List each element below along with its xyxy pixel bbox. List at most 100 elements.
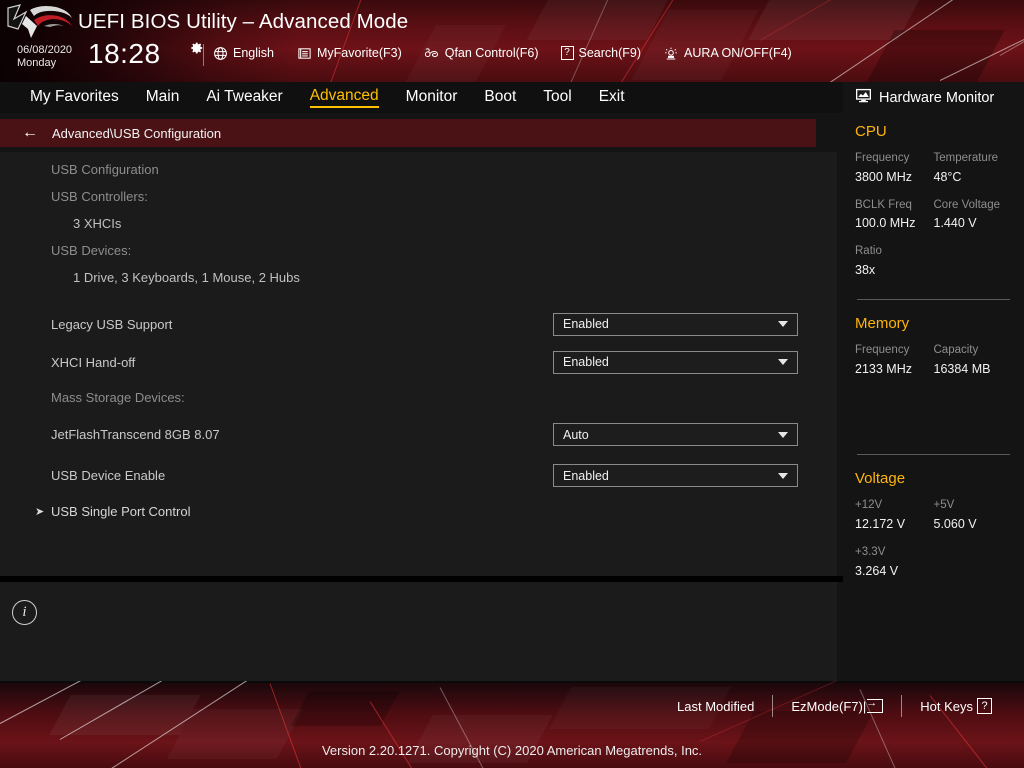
hw-value: 5.060 V [933, 517, 977, 532]
chevron-down-icon [778, 359, 788, 365]
info-label: USB Controllers: [51, 189, 148, 204]
mass-storage-title: Mass Storage Devices: [51, 389, 185, 405]
hw-value: 1.440 V [933, 216, 977, 231]
usb-device-enable-dropdown[interactable]: Enabled [553, 464, 798, 487]
ezmode-label: EzMode(F7)| [791, 698, 867, 714]
hardware-monitor-title: Hardware Monitor [879, 90, 995, 106]
mass-storage-title-row: Mass Storage Devices: [0, 380, 837, 414]
hw-value: 2133 MHz [855, 361, 912, 376]
header-item-label: Search(F9) [578, 46, 642, 60]
hw-section-voltage-title: Voltage [855, 470, 906, 488]
section-title: USB Configuration [51, 162, 159, 177]
info-row-usb-devices: USB Devices: [0, 237, 837, 264]
chevron-right-icon: ➤ [35, 505, 45, 518]
hw-value: 3.264 V [855, 563, 899, 578]
hw-value: 3800 MHz [855, 169, 912, 184]
page-title: UEFI BIOS Utility – Advanced Mode [78, 10, 409, 33]
breadcrumb[interactable]: ← Advanced\USB Configuration [0, 119, 816, 147]
tab-boot[interactable]: Boot [484, 88, 516, 107]
hw-section-cpu-title: CPU [855, 123, 887, 140]
globe-icon [212, 45, 228, 61]
setting-label: JetFlashTranscend 8GB 8.07 [51, 427, 220, 442]
setting-row-legacy-usb-support: Legacy USB Support Enabled [0, 304, 837, 344]
chevron-down-icon [778, 431, 788, 438]
back-arrow-icon[interactable]: ← [22, 125, 38, 141]
header-item-language[interactable]: English [212, 45, 274, 61]
hw-key: +12V [855, 499, 883, 512]
dropdown-value: Enabled [563, 468, 609, 483]
hw-key: Ratio [855, 245, 882, 258]
current-date: 06/08/2020 [17, 44, 73, 56]
breadcrumb-path: Advanced\USB Configuration [52, 125, 222, 141]
info-icon[interactable]: i [12, 600, 37, 625]
header-item-aura[interactable]: AURA ON/OFF(F4) [663, 45, 792, 61]
ezmode-button[interactable]: EzMode(F7)| [773, 697, 901, 714]
tab-main[interactable]: Main [146, 88, 180, 107]
tab-monitor[interactable]: Monitor [406, 88, 458, 107]
setting-row-jetflash-transcend: JetFlashTranscend 8GB 8.07 Auto [0, 414, 837, 455]
header-shortcuts: English MyFavorite(F3) Qfan Control(F6) … [212, 45, 792, 61]
footer-shortcuts: Last Modified EzMode(F7)| Hot Keys ? [659, 695, 1010, 717]
hw-voltage-row-1: +12V 12.172 V +5V 5.060 V [855, 497, 1012, 534]
legacy-usb-support-dropdown[interactable]: Enabled [553, 312, 798, 336]
hw-key: +3.3V [855, 545, 886, 558]
header-item-qfan-control[interactable]: Qfan Control(F6) [424, 45, 539, 61]
setting-row-usb-device-enable: USB Device Enable Enabled [0, 455, 837, 496]
fan-icon [424, 45, 440, 61]
tab-tool[interactable]: Tool [543, 88, 571, 107]
tab-my-favorites[interactable]: My Favorites [30, 88, 119, 107]
tab-exit[interactable]: Exit [599, 88, 625, 107]
hw-cpu-row-2: BCLK Freq 100.0 MHz Core Voltage 1.440 V [855, 197, 1012, 234]
hw-key: Capacity [933, 343, 979, 356]
header-item-search[interactable]: ? Search(F9) [560, 46, 642, 60]
submenu-label: USB Single Port Control [51, 503, 191, 519]
section-title-row: USB Configuration [0, 156, 837, 183]
tab-advanced[interactable]: Advanced [309, 87, 379, 108]
header-item-label: Qfan Control(F6) [444, 46, 539, 60]
copyright-text: Version 2.20.1271. Copyright (C) 2020 Am… [321, 743, 703, 758]
exit-arrow-icon [866, 697, 884, 713]
header-item-myfavorite[interactable]: MyFavorite(F3) [296, 45, 402, 61]
gear-icon[interactable] [190, 41, 204, 55]
submenu-usb-single-port-control[interactable]: ➤ USB Single Port Control [0, 496, 837, 526]
list-icon [296, 45, 312, 61]
header-divider [203, 44, 204, 66]
settings-panel: USB Configuration USB Controllers: 3 XHC… [0, 152, 837, 576]
bios-screen: UEFI BIOS Utility – Advanced Mode 06/08/… [0, 0, 1024, 768]
dropdown-value: Auto [563, 427, 589, 442]
question-box-icon: ? [560, 46, 574, 60]
hw-value: 100.0 MHz [855, 216, 916, 231]
dropdown-value: Enabled [563, 355, 609, 369]
footer-bar: Last Modified EzMode(F7)| Hot Keys ? Ver… [0, 681, 1024, 768]
rog-logo-icon [4, 2, 76, 44]
info-label: USB Devices: [51, 243, 132, 258]
header-item-label: MyFavorite(F3) [317, 46, 402, 60]
header-bar: UEFI BIOS Utility – Advanced Mode 06/08/… [0, 0, 1024, 82]
last-modified-button[interactable]: Last Modified [659, 699, 772, 714]
hw-key: Core Voltage [933, 198, 1001, 211]
current-weekday: Monday [17, 56, 57, 69]
info-label: 3 XHCIs [73, 216, 122, 231]
hw-value: 48°C [933, 169, 962, 184]
hw-key: Temperature [933, 152, 999, 164]
hardware-monitor-title-row: Hardware Monitor [855, 82, 1012, 108]
header-item-label: English [233, 46, 274, 60]
info-row-device-list: 1 Drive, 3 Keyboards, 1 Mouse, 2 Hubs [0, 264, 837, 291]
main-nav: My Favorites Main Ai Tweaker Advanced Mo… [0, 82, 843, 113]
hotkeys-button[interactable]: Hot Keys ? [902, 698, 1010, 714]
chevron-down-icon [778, 472, 788, 479]
current-time: 18:28 [88, 38, 161, 69]
tab-ai-tweaker[interactable]: Ai Tweaker [206, 88, 282, 107]
hw-voltage-row-2: +3.3V 3.264 V [855, 544, 1012, 581]
info-row-xhci-count: 3 XHCIs [0, 210, 837, 237]
monitor-icon [855, 88, 872, 108]
datetime-block: 06/08/2020 Monday [17, 44, 87, 70]
aura-light-icon [663, 45, 679, 61]
xhci-hand-off-dropdown[interactable]: Enabled [553, 350, 798, 374]
jetflash-transcend-dropdown[interactable]: Auto [553, 423, 798, 446]
hotkeys-label: Hot Keys [920, 698, 973, 714]
question-box-icon: ? [977, 698, 992, 714]
info-label: 1 Drive, 3 Keyboards, 1 Mouse, 2 Hubs [73, 270, 300, 285]
chevron-down-icon [778, 321, 788, 327]
hardware-monitor-panel: Hardware Monitor CPU Frequency 3800 MHz … [843, 82, 1024, 681]
